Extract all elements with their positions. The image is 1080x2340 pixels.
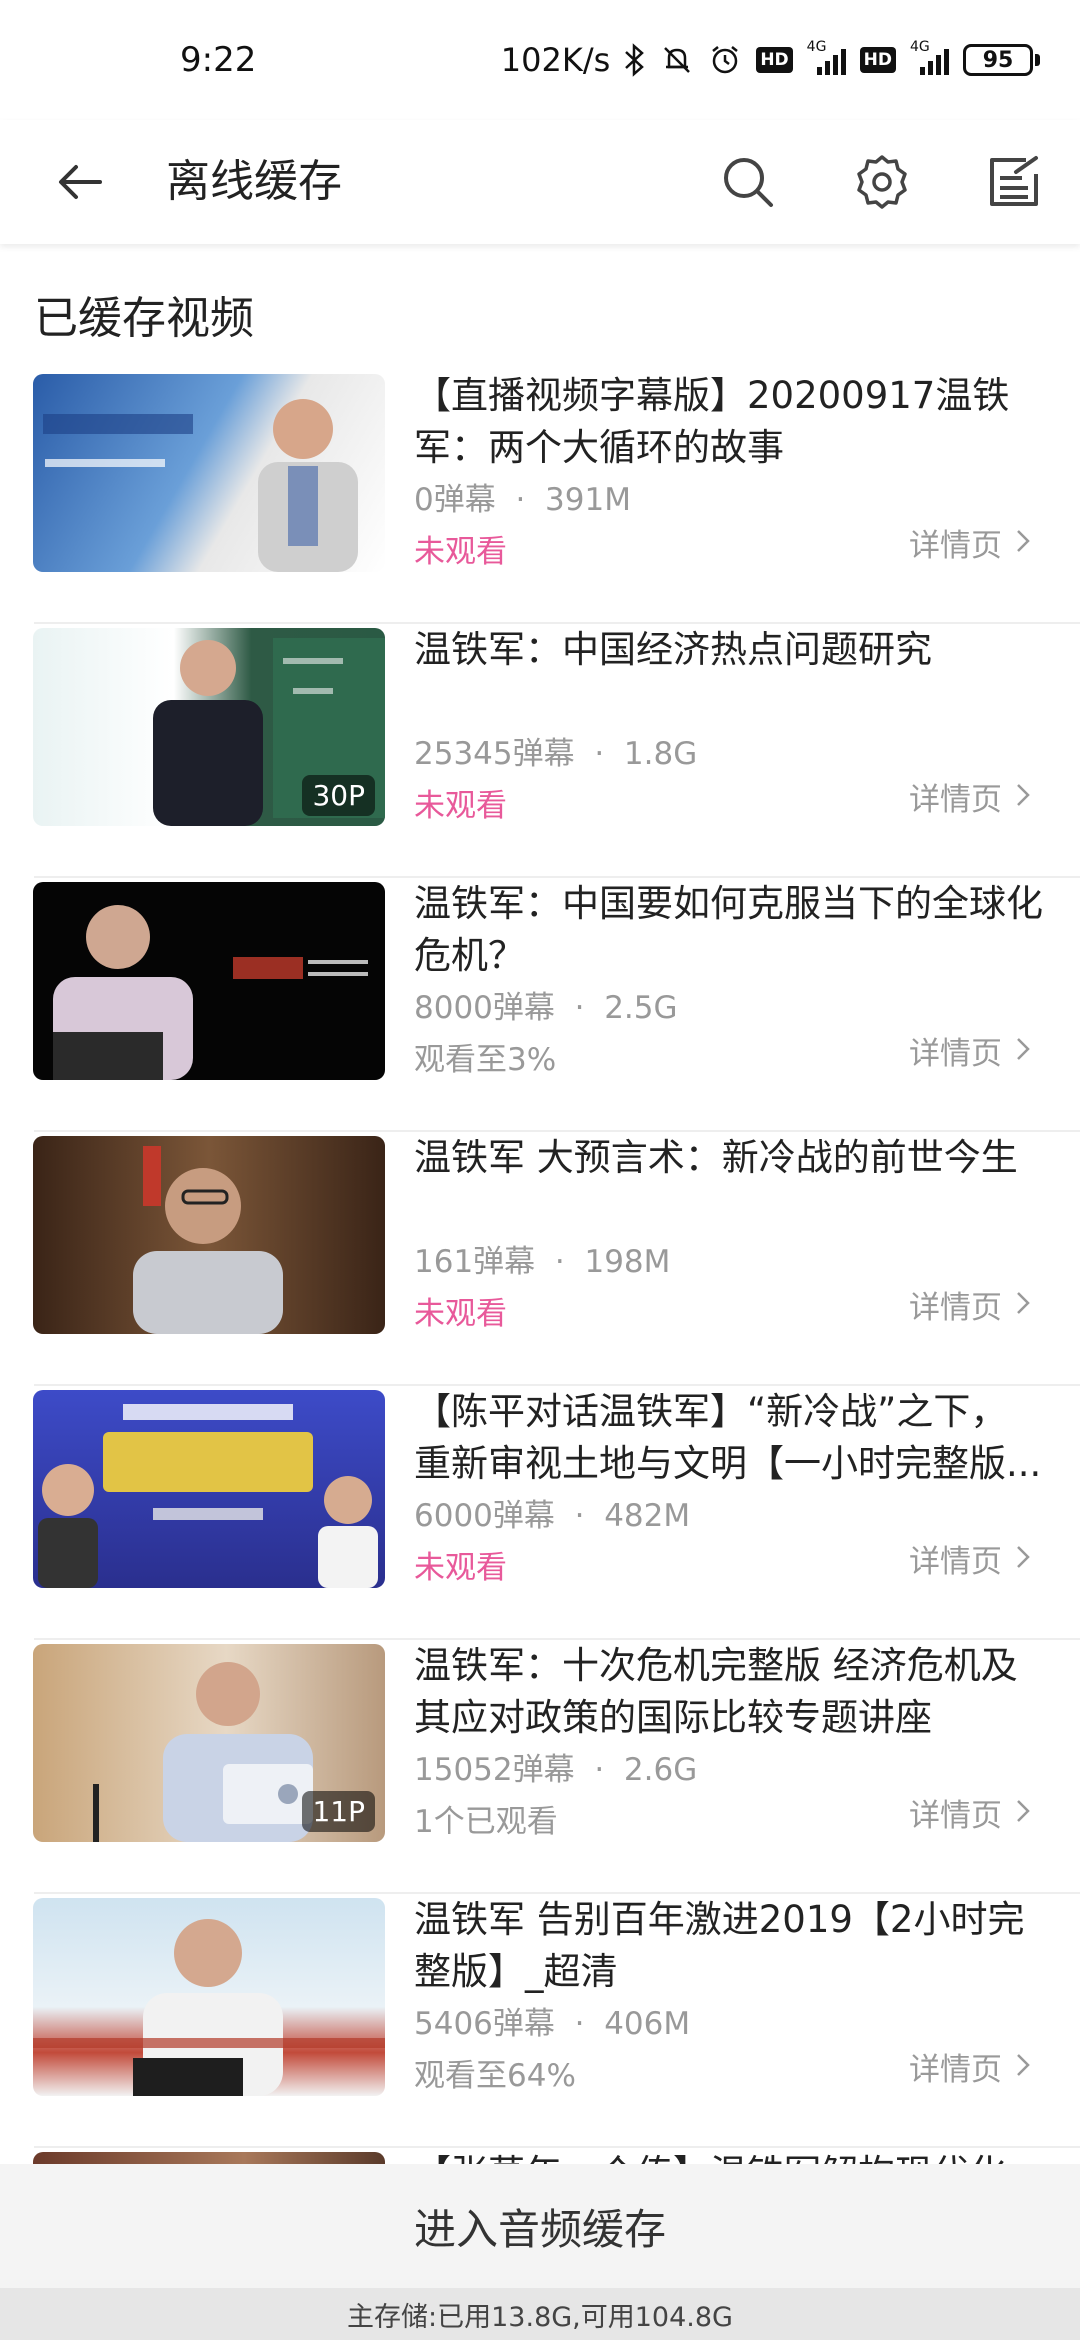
watch-status: 观看至3% (414, 1042, 557, 1078)
video-meta: 0弹幕 · 391M (414, 482, 631, 518)
search-icon[interactable] (716, 150, 780, 214)
video-title: 【张莫年一个传】温铁军解构现代化 (414, 2148, 1044, 2164)
video-list: 【直播视频字幕版】20200917温铁军：两个大循环的故事 0弹幕 · 391M… (0, 370, 1080, 2164)
list-item[interactable]: 【陈平对话温铁军】“新冷战”之下，重新审视土地与文明【一小时完整版... 600… (0, 1386, 1080, 1640)
video-title: 温铁军：中国经济热点问题研究 (414, 628, 932, 671)
section-title: 已缓存视频 (34, 293, 254, 344)
video-thumbnail[interactable] (33, 2152, 385, 2164)
detail-link[interactable]: 详情页 (909, 520, 1030, 565)
video-thumbnail[interactable]: 11P (33, 1644, 385, 1842)
video-thumbnail[interactable] (33, 1898, 385, 2096)
list-item[interactable]: 温铁军 大预言术：新冷战的前世今生 161弹幕 · 198M 未观看 详情页 (0, 1132, 1080, 1386)
battery-icon: 95 (963, 44, 1040, 76)
chevron-right-icon (1016, 525, 1030, 561)
status-bar: 9:22 102K/s HD 4G HD 4G 95 (0, 0, 1080, 120)
video-meta: 15052弹幕 · 2.6G (414, 1752, 698, 1788)
video-meta: 161弹幕 · 198M (414, 1244, 671, 1280)
detail-link[interactable]: 详情页 (909, 2044, 1030, 2089)
chevron-right-icon (1016, 1795, 1030, 1831)
video-title: 【直播视频字幕版】20200917温铁军：两个大循环的故事 (414, 374, 1010, 469)
video-thumbnail[interactable] (33, 1390, 385, 1588)
app-bar: 离线缓存 (0, 120, 1080, 244)
list-item[interactable]: 【张莫年一个传】温铁军解构现代化 (0, 2148, 1080, 2164)
video-meta: 8000弹幕 · 2.5G (414, 990, 678, 1026)
cache-content[interactable]: 已缓存视频 【直播视频字幕版】20200917温铁军：两个大循环的故事 0弹幕 … (0, 244, 1080, 2164)
video-thumbnail[interactable] (33, 374, 385, 572)
detail-link[interactable]: 详情页 (909, 1028, 1030, 1073)
signal-icon-1: 4G (807, 39, 846, 75)
edit-list-icon[interactable] (982, 150, 1046, 214)
chevron-right-icon (1016, 1541, 1030, 1577)
video-title: 【陈平对话温铁军】“新冷战”之下，重新审视土地与文明【一小时完整版... (414, 1390, 1042, 1485)
bluetooth-icon (624, 43, 646, 77)
detail-link[interactable]: 详情页 (909, 1282, 1030, 1327)
video-meta: 6000弹幕 · 482M (414, 1498, 691, 1534)
chevron-right-icon (1016, 1033, 1030, 1069)
battery-level: 95 (963, 44, 1033, 76)
video-meta: 5406弹幕 · 406M (414, 2006, 691, 2042)
page-title: 离线缓存 (166, 156, 342, 207)
watch-status: 观看至64% (414, 2058, 576, 2094)
list-item[interactable]: 【直播视频字幕版】20200917温铁军：两个大循环的故事 0弹幕 · 391M… (0, 370, 1080, 624)
video-title: 温铁军：十次危机完整版 经济危机及其应对政策的国际比较专题讲座 (414, 1644, 1018, 1739)
status-icons: 102K/s HD 4G HD 4G 95 (500, 39, 1040, 79)
episode-count-badge: 30P (302, 775, 375, 816)
back-arrow-icon[interactable] (48, 150, 112, 214)
net-speed: 102K/s (500, 41, 611, 79)
hd-badge-1: HD (756, 47, 793, 73)
list-item[interactable]: 11P 温铁军：十次危机完整版 经济危机及其应对政策的国际比较专题讲座 1505… (0, 1640, 1080, 1894)
status-time: 9:22 (180, 40, 257, 80)
video-meta: 25345弹幕 · 1.8G (414, 736, 698, 772)
alarm-icon (708, 43, 742, 77)
video-thumbnail[interactable]: 30P (33, 628, 385, 826)
audio-cache-button[interactable]: 进入音频缓存 (0, 2164, 1080, 2288)
list-item[interactable]: 温铁军 告别百年激进2019【2小时完整版】_超清 5406弹幕 · 406M … (0, 1894, 1080, 2148)
episode-count-badge: 11P (302, 1791, 375, 1832)
video-title: 温铁军：中国要如何克服当下的全球化危机？ (414, 882, 1043, 977)
video-thumbnail[interactable] (33, 1136, 385, 1334)
storage-info: 主存储:已用13.8G,可用104.8G (0, 2288, 1080, 2340)
detail-link[interactable]: 详情页 (909, 774, 1030, 819)
chevron-right-icon (1016, 2049, 1030, 2085)
watch-status: 未观看 (414, 1550, 507, 1586)
watch-status: 未观看 (414, 788, 507, 824)
video-title: 温铁军 大预言术：新冷战的前世今生 (414, 1136, 1018, 1179)
watch-status: 未观看 (414, 1296, 507, 1332)
chevron-right-icon (1016, 1287, 1030, 1323)
hd-badge-2: HD (859, 47, 896, 73)
video-title: 温铁军 告别百年激进2019【2小时完整版】_超清 (414, 1898, 1025, 1993)
watch-status: 未观看 (414, 534, 507, 570)
mute-bell-icon (660, 43, 694, 77)
detail-link[interactable]: 详情页 (909, 1790, 1030, 1835)
detail-link[interactable]: 详情页 (909, 1536, 1030, 1581)
video-thumbnail[interactable] (33, 882, 385, 1080)
signal-icon-2: 4G (910, 39, 949, 75)
chevron-right-icon (1016, 779, 1030, 815)
watch-status: 1个已观看 (414, 1804, 558, 1840)
list-item[interactable]: 30P 温铁军：中国经济热点问题研究 25345弹幕 · 1.8G 未观看 详情… (0, 624, 1080, 878)
list-item[interactable]: 温铁军：中国要如何克服当下的全球化危机？ 8000弹幕 · 2.5G 观看至3%… (0, 878, 1080, 1132)
gear-icon[interactable] (850, 150, 914, 214)
